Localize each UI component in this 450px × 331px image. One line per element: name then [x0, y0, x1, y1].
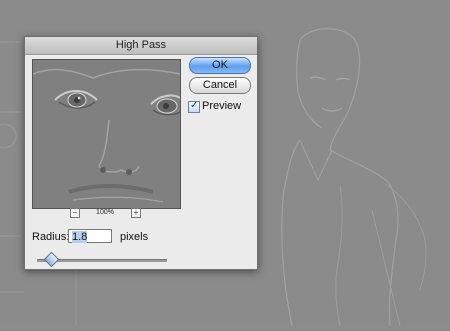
radius-slider[interactable] [37, 251, 167, 268]
radius-input[interactable]: 1.8 [68, 229, 112, 243]
zoom-in-button[interactable]: + [131, 208, 141, 218]
zoom-controls: − 100% + [32, 208, 181, 220]
preview-checkbox[interactable]: ✓ Preview [188, 100, 268, 115]
checkmark-icon: ✓ [190, 100, 199, 111]
high-pass-dialog: High Pass − 100% + OK Cancel ✓ Preview R… [24, 36, 258, 270]
preview-checkbox-box[interactable]: ✓ [188, 100, 200, 113]
radius-label: Radius: [32, 231, 70, 243]
radius-value: 1.8 [72, 231, 88, 243]
dialog-title: High Pass [25, 37, 257, 55]
radius-slider-thumb[interactable] [44, 251, 60, 268]
radius-unit: pixels [120, 231, 149, 243]
zoom-level: 100% [96, 209, 114, 216]
ok-button[interactable]: OK [189, 57, 251, 74]
filter-preview[interactable] [32, 59, 181, 209]
zoom-out-button[interactable]: − [70, 208, 80, 218]
cancel-button[interactable]: Cancel [189, 77, 251, 94]
preview-label: Preview [202, 100, 242, 112]
preview-face-image [33, 60, 180, 208]
